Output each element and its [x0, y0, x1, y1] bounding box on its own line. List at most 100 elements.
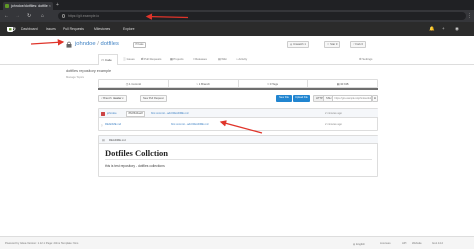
browser-tab[interactable]: johndoe/dotfiles: dotfile ×	[3, 1, 53, 11]
site-info-icon[interactable]	[61, 14, 65, 18]
tab-wiki[interactable]: ▤ Wiki	[218, 54, 227, 65]
commit-sha[interactable]: 862f6d4ae8	[126, 110, 146, 117]
notifications-icon[interactable]: 🔔	[429, 22, 435, 36]
star-label: Star	[330, 42, 336, 46]
repo-size: 30 KiB	[340, 82, 349, 86]
nav-dashboard[interactable]: Dashboard	[21, 22, 38, 36]
repo-stats-bar: ◷ 1 Commit ⑂ 1 Branch ⌑ 0 Tags ▤ 30 KiB	[98, 79, 378, 88]
tab-settings[interactable]: ⚙ Settings	[359, 54, 372, 65]
repo-header: johndoe / dotfiles Private ◎ Unwatch 1 ☆…	[0, 36, 474, 65]
browser-tab-title: johndoe/dotfiles: dotfile	[11, 3, 48, 8]
fork-count[interactable]: 0	[362, 43, 364, 46]
footer-link-licenses[interactable]: Licenses	[380, 242, 391, 245]
file-commit-message[interactable]: first commit - add README.md	[171, 123, 208, 126]
readme-filename: README.md	[109, 138, 126, 142]
branch-selector[interactable]: ⑂ Branch: master ▾	[98, 95, 127, 102]
repo-title: johndoe / dotfiles	[75, 41, 119, 48]
readme-body: this is test repository - dotfiles colle…	[105, 164, 165, 168]
chevron-down-icon: ▾	[122, 97, 124, 100]
readme-header: ▤ README.md	[99, 136, 378, 144]
language-selector[interactable]: ◍ English	[353, 242, 365, 246]
top-navigation: Dashboard Issues Pull Requests Milestone…	[0, 22, 474, 36]
tab-wiki-label: Wiki	[221, 57, 227, 61]
footer: Powered by Gitea Version: 1.12.1 Page: 2…	[0, 236, 474, 249]
commit-author[interactable]: johndoe	[107, 112, 117, 115]
new-tab-icon[interactable]: +	[56, 2, 59, 8]
tags-count: 0 Tags	[269, 82, 279, 86]
branch-label: Branch:	[103, 97, 113, 100]
file-name[interactable]: README.md	[105, 123, 121, 126]
browser-toolbar: ← → ↻ ⌂ https://git​.example.io ⋮	[0, 10, 474, 22]
tab-pull-requests[interactable]: ⇄ Pull Requests	[141, 54, 161, 65]
commits-stat[interactable]: ◷ 1 Commit	[99, 80, 169, 87]
commit-time: 2 minutes ago	[325, 111, 342, 115]
footer-link-api[interactable]: API	[402, 242, 406, 245]
reload-icon[interactable]: ↻	[27, 10, 31, 22]
star-button[interactable]: ☆ Star 0	[324, 40, 341, 48]
commits-count: 1 Commit	[129, 82, 141, 86]
branch-name: master	[112, 97, 122, 100]
tab-releases-label: Releases	[195, 57, 207, 61]
readme-panel: ▤ README.md Dotfiles Collction this is t…	[98, 135, 378, 177]
nav-explore[interactable]: Explore	[123, 22, 135, 36]
book-icon: ▤	[102, 138, 105, 142]
gitea-logo-icon[interactable]	[6, 25, 16, 33]
user-avatar-menu[interactable]: ◉	[455, 22, 459, 36]
tab-releases[interactable]: ⌑ Releases	[193, 54, 207, 65]
unwatch-button[interactable]: ◎ Unwatch 1	[287, 40, 309, 48]
tab-projects[interactable]: ▦ Projects	[170, 54, 184, 65]
nav-pull-requests[interactable]: Pull Requests	[63, 22, 84, 36]
language-label: English	[356, 242, 365, 246]
tab-projects-label: Projects	[173, 57, 184, 61]
private-badge: Private	[133, 41, 147, 48]
file-icon: ▯	[101, 123, 103, 127]
size-stat: ▤ 30 KiB	[308, 80, 377, 87]
tags-stat[interactable]: ⌑ 0 Tags	[239, 80, 309, 87]
forward-icon[interactable]: →	[15, 10, 20, 22]
copy-url-icon[interactable]: ⧉	[372, 95, 378, 102]
fork-label: Fork	[355, 42, 361, 46]
url-text: https://git​.example.io	[68, 14, 100, 18]
eye-icon: ◎	[290, 42, 293, 46]
repo-name-link[interactable]: dotfiles	[101, 41, 119, 47]
create-new-icon[interactable]: +	[442, 22, 445, 36]
new-file-button[interactable]: New File	[276, 95, 292, 102]
table-row[interactable]: ▯ README.md first commit - add README.md…	[99, 118, 378, 131]
repo-owner-link[interactable]: johndoe	[75, 41, 96, 47]
tab-issues[interactable]: ⓘ Issues	[123, 54, 135, 65]
repo-description: dotfiles repository example	[66, 69, 112, 73]
watch-count[interactable]: 1	[304, 43, 306, 46]
close-tab-icon[interactable]: ×	[49, 2, 51, 11]
browser-tab-bar: johndoe/dotfiles: dotfile × +	[0, 0, 474, 10]
new-pull-request-button[interactable]: New Pull Request	[140, 95, 167, 102]
address-bar[interactable]: https://git​.example.io	[58, 12, 466, 20]
tab-code[interactable]: <> Code	[98, 54, 118, 65]
lock-icon	[66, 41, 72, 48]
repo-path-separator: /	[97, 41, 99, 47]
nav-issues[interactable]: Issues	[46, 22, 56, 36]
commit-message[interactable]: first commit - add README.md	[151, 112, 188, 115]
tab-issues-label: Issues	[126, 57, 135, 61]
file-time: 2 minutes ago	[325, 122, 342, 126]
readme-divider	[105, 159, 372, 160]
browser-menu-icon[interactable]: ⋮	[467, 10, 472, 22]
upload-file-button[interactable]: Upload File	[293, 95, 310, 102]
star-count[interactable]: 0	[336, 43, 338, 46]
tab-activity[interactable]: ⌁ Activity	[236, 54, 247, 65]
nav-milestones[interactable]: Milestones	[94, 22, 110, 36]
fork-button[interactable]: ⑂ Fork 0	[350, 40, 366, 48]
clone-url-field[interactable]: https://git.example.io/johndoe/dotfiles.…	[332, 95, 372, 102]
branches-stat[interactable]: ⑂ 1 Branch	[169, 80, 239, 87]
avatar[interactable]	[101, 111, 105, 116]
unwatch-label: Unwatch	[293, 42, 304, 46]
home-icon[interactable]: ⌂	[41, 10, 44, 22]
readme-title: Dotfiles Collction	[105, 148, 169, 158]
footer-version: Powered by Gitea Version: 1.12.1 Page: 2…	[5, 241, 79, 245]
branches-count: 1 Branch	[198, 82, 210, 86]
footer-link-website[interactable]: Website	[412, 242, 422, 245]
back-icon[interactable]: ←	[4, 10, 9, 22]
file-table: johndoe 862f6d4ae8 first commit - add RE…	[98, 108, 378, 131]
latest-commit-row: johndoe 862f6d4ae8 first commit - add RE…	[99, 109, 378, 118]
manage-topics-link[interactable]: Manage Topics	[66, 76, 84, 79]
footer-go-version: Go1.14.2	[432, 241, 444, 245]
